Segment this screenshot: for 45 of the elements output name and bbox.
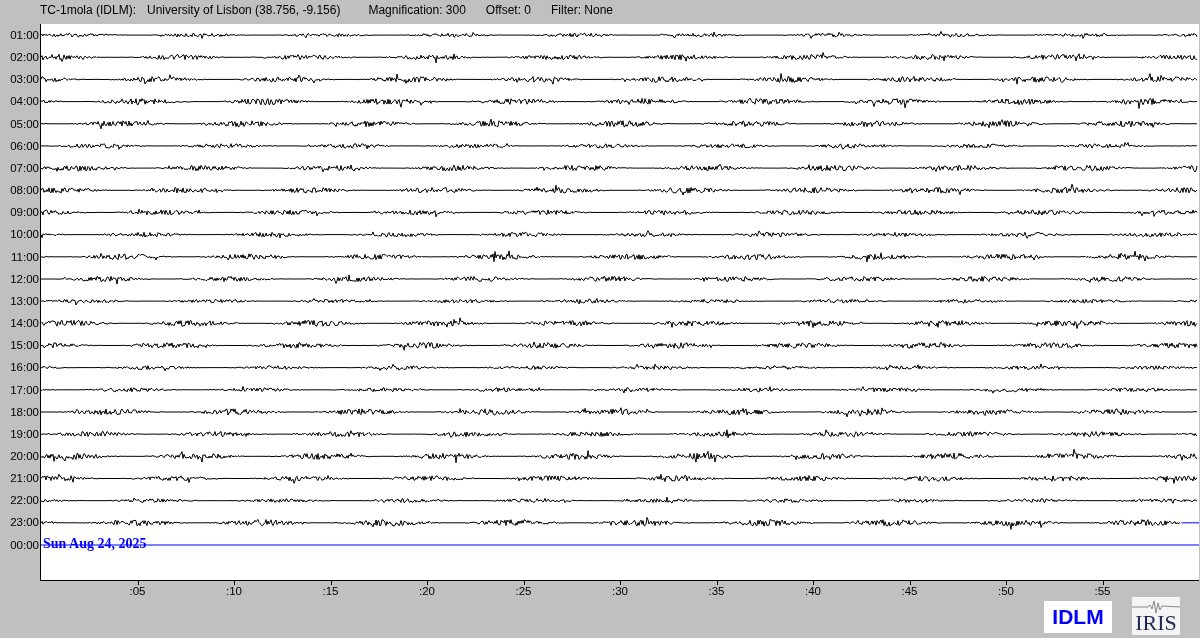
hour-label: 15:00 <box>9 338 40 354</box>
axis-tick-label: :35 <box>708 585 725 597</box>
magnification-label: Magnification: 300 <box>368 3 466 17</box>
hour-label: 07:00 <box>9 160 40 176</box>
hour-label: 22:00 <box>9 493 40 509</box>
hour-label: 10:00 <box>9 227 40 243</box>
axis-tick-label: :15 <box>322 585 339 597</box>
offset-label: Offset: 0 <box>485 3 531 17</box>
hour-label: 05:00 <box>9 116 40 132</box>
hour-label: 23:00 <box>9 515 40 531</box>
wave-icon <box>1132 599 1180 615</box>
axis-tick-label: :55 <box>1094 585 1111 597</box>
hour-label: 09:00 <box>9 205 40 221</box>
axis-tick-label: :40 <box>805 585 821 597</box>
hour-label: 01:00 <box>9 28 40 43</box>
hour-label: 16:00 <box>9 360 40 376</box>
hour-label: 03:00 <box>9 72 40 88</box>
date-label: Sun Aug 24, 2025 <box>43 534 147 553</box>
station-location: University of Lisbon (38.756, -9.156) <box>147 3 341 17</box>
hour-label: 14:00 <box>9 316 40 332</box>
hour-label: 17:00 <box>9 382 40 398</box>
axis-tick-label: :45 <box>901 585 918 597</box>
hour-label: 21:00 <box>9 471 40 487</box>
axis-tick-label: :25 <box>515 585 532 597</box>
hour-label: 00:00 <box>9 537 40 553</box>
hour-label: 06:00 <box>9 138 40 154</box>
axis-tick-label: :50 <box>998 585 1014 597</box>
station-name: TC-1mola (IDLM): <box>40 3 136 17</box>
hour-label: 13:00 <box>9 293 40 309</box>
station-logo: IDLM <box>1044 601 1112 633</box>
hour-label: 20:00 <box>9 448 40 464</box>
hour-label: 11:00 <box>10 249 40 265</box>
baseline <box>1180 522 1199 524</box>
hour-label: 04:00 <box>9 94 40 110</box>
axis-tick-label: :30 <box>612 585 628 597</box>
hour-label: 08:00 <box>9 183 40 199</box>
hour-label: 12:00 <box>9 271 40 287</box>
hour-label: 18:00 <box>9 404 40 420</box>
hour-label: 19:00 <box>9 426 40 442</box>
network-logo: IRIS <box>1132 597 1180 635</box>
axis-tick-label: :10 <box>226 585 242 597</box>
axis-tick-label: :20 <box>419 585 435 597</box>
hour-label: 02:00 <box>9 50 40 66</box>
filter-label: Filter: None <box>551 3 614 17</box>
axis-tick-label: :05 <box>129 585 146 597</box>
